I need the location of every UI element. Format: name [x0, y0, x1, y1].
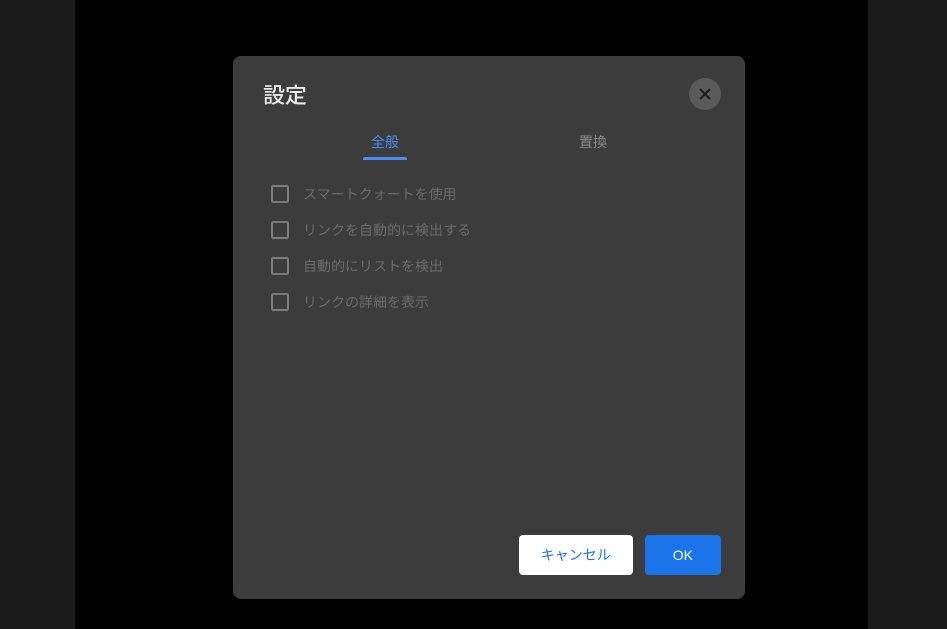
cancel-button[interactable]: キャンセル [519, 535, 633, 575]
option-row: リンクを自動的に検出する [271, 220, 707, 240]
close-icon [697, 86, 713, 102]
option-row: スマートクォートを使用 [271, 184, 707, 204]
close-button[interactable] [689, 78, 721, 110]
option-label: スマートクォートを使用 [303, 184, 457, 204]
checkbox-link-details[interactable] [271, 293, 289, 311]
option-label: リンクを自動的に検出する [303, 220, 471, 240]
tab-general[interactable]: 全般 [371, 132, 399, 160]
option-row: リンクの詳細を表示 [271, 292, 707, 312]
option-label: 自動的にリストを検出 [303, 256, 443, 276]
tabs: 全般 置換 [233, 118, 745, 160]
options-list: スマートクォートを使用 リンクを自動的に検出する 自動的にリストを検出 リンクの… [233, 160, 745, 519]
backdrop-left [0, 0, 75, 629]
option-label: リンクの詳細を表示 [303, 292, 429, 312]
dialog-footer: キャンセル OK [233, 519, 745, 599]
settings-dialog: 設定 全般 置換 スマートクォートを使用 リンクを自動的に検出する 自動的にリス… [233, 56, 745, 599]
backdrop-right [868, 0, 947, 629]
dialog-title: 設定 [263, 78, 307, 110]
option-row: 自動的にリストを検出 [271, 256, 707, 276]
checkbox-auto-links[interactable] [271, 221, 289, 239]
dialog-header: 設定 [233, 56, 745, 118]
checkbox-auto-lists[interactable] [271, 257, 289, 275]
checkbox-smart-quotes[interactable] [271, 185, 289, 203]
ok-button[interactable]: OK [645, 535, 721, 575]
tab-replace[interactable]: 置換 [579, 132, 607, 160]
